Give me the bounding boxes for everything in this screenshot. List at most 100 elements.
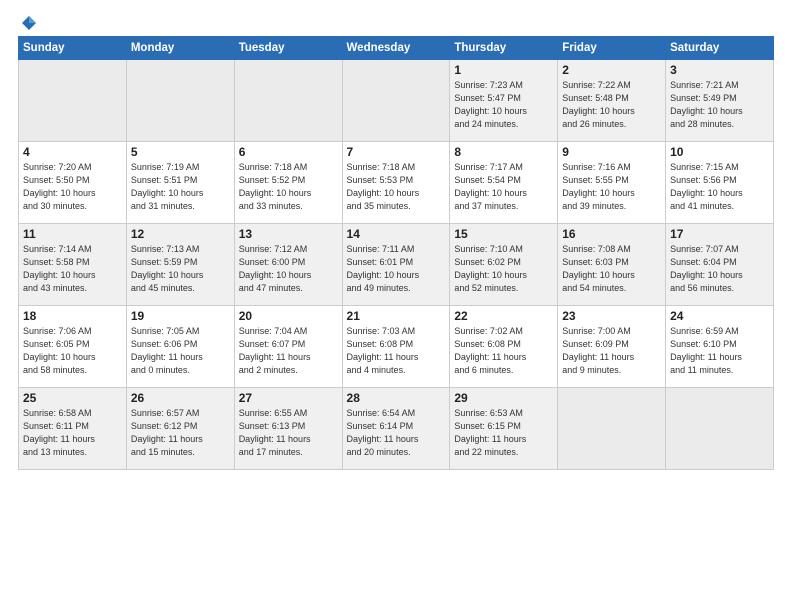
- day-number: 6: [239, 145, 338, 159]
- calendar-cell: 19 Sunrise: 7:05 AM Sunset: 6:06 PM Dayli…: [126, 306, 234, 388]
- day-detail: Sunrise: 6:58 AM Sunset: 6:11 PM Dayligh…: [23, 407, 122, 459]
- day-number: 26: [131, 391, 230, 405]
- calendar-cell: 27Sunrise: 6:55 AM Sunset: 6:13 PM Dayli…: [234, 388, 342, 470]
- day-number: 9: [562, 145, 661, 159]
- calendar-cell: [666, 388, 774, 470]
- calendar-cell: 17Sunrise: 7:07 AM Sunset: 6:04 PM Dayli…: [666, 224, 774, 306]
- calendar-cell: 2 Sunrise: 7:22 AM Sunset: 5:48 PM Daylig…: [558, 60, 666, 142]
- calendar-cell: 10 Sunrise: 7:15 AM Sunset: 5:56 PM Dayli…: [666, 142, 774, 224]
- day-detail: Sunrise: 7:15 AM Sunset: 5:56 PM Dayligh…: [670, 161, 769, 213]
- day-number: 7: [347, 145, 446, 159]
- day-number: 3: [670, 63, 769, 77]
- weekday-header-sunday: Sunday: [19, 37, 127, 60]
- calendar-cell: 18 Sunrise: 7:06 AM Sunset: 6:05 PM Dayli…: [19, 306, 127, 388]
- calendar-cell: 29 Sunrise: 6:53 AM Sunset: 6:15 PM Dayli…: [450, 388, 558, 470]
- calendar-cell: 20Sunrise: 7:04 AM Sunset: 6:07 PM Dayli…: [234, 306, 342, 388]
- day-number: 1: [454, 63, 553, 77]
- calendar-cell: 4 Sunrise: 7:20 AM Sunset: 5:50 PM Daylig…: [19, 142, 127, 224]
- day-detail: Sunrise: 6:54 AM Sunset: 6:14 PM Dayligh…: [347, 407, 446, 459]
- day-detail: Sunrise: 7:18 AM Sunset: 5:53 PM Dayligh…: [347, 161, 446, 213]
- calendar-cell: 16 Sunrise: 7:08 AM Sunset: 6:03 PM Dayli…: [558, 224, 666, 306]
- day-number: 13: [239, 227, 338, 241]
- calendar-cell: 22 Sunrise: 7:02 AM Sunset: 6:08 PM Dayli…: [450, 306, 558, 388]
- day-number: 11: [23, 227, 122, 241]
- week-row-1: 1 Sunrise: 7:23 AM Sunset: 5:47 PM Daylig…: [19, 60, 774, 142]
- day-detail: Sunrise: 7:12 AM Sunset: 6:00 PM Dayligh…: [239, 243, 338, 295]
- day-number: 16: [562, 227, 661, 241]
- day-detail: Sunrise: 7:13 AM Sunset: 5:59 PM Dayligh…: [131, 243, 230, 295]
- day-number: 4: [23, 145, 122, 159]
- day-detail: Sunrise: 7:17 AM Sunset: 5:54 PM Dayligh…: [454, 161, 553, 213]
- weekday-header-tuesday: Tuesday: [234, 37, 342, 60]
- day-detail: Sunrise: 7:20 AM Sunset: 5:50 PM Dayligh…: [23, 161, 122, 213]
- day-detail: Sunrise: 7:22 AM Sunset: 5:48 PM Dayligh…: [562, 79, 661, 131]
- calendar-cell: [234, 60, 342, 142]
- day-number: 20: [239, 309, 338, 323]
- calendar-cell: [558, 388, 666, 470]
- calendar-cell: 1 Sunrise: 7:23 AM Sunset: 5:47 PM Daylig…: [450, 60, 558, 142]
- day-detail: Sunrise: 6:57 AM Sunset: 6:12 PM Dayligh…: [131, 407, 230, 459]
- day-number: 28: [347, 391, 446, 405]
- day-detail: Sunrise: 7:23 AM Sunset: 5:47 PM Dayligh…: [454, 79, 553, 131]
- day-number: 12: [131, 227, 230, 241]
- day-number: 18: [23, 309, 122, 323]
- day-detail: Sunrise: 7:21 AM Sunset: 5:49 PM Dayligh…: [670, 79, 769, 131]
- day-detail: Sunrise: 7:18 AM Sunset: 5:52 PM Dayligh…: [239, 161, 338, 213]
- calendar-cell: 15 Sunrise: 7:10 AM Sunset: 6:02 PM Dayli…: [450, 224, 558, 306]
- header: [18, 16, 774, 28]
- logo-icon: [20, 14, 38, 32]
- calendar-cell: 28 Sunrise: 6:54 AM Sunset: 6:14 PM Dayli…: [342, 388, 450, 470]
- calendar-page: SundayMondayTuesdayWednesdayThursdayFrid…: [0, 0, 792, 612]
- weekday-header-saturday: Saturday: [666, 37, 774, 60]
- day-number: 14: [347, 227, 446, 241]
- day-detail: Sunrise: 7:05 AM Sunset: 6:06 PM Dayligh…: [131, 325, 230, 377]
- day-detail: Sunrise: 7:00 AM Sunset: 6:09 PM Dayligh…: [562, 325, 661, 377]
- day-number: 5: [131, 145, 230, 159]
- calendar-table: SundayMondayTuesdayWednesdayThursdayFrid…: [18, 36, 774, 470]
- day-number: 10: [670, 145, 769, 159]
- day-number: 2: [562, 63, 661, 77]
- calendar-cell: [342, 60, 450, 142]
- calendar-cell: 13 Sunrise: 7:12 AM Sunset: 6:00 PM Dayli…: [234, 224, 342, 306]
- logo: [18, 16, 38, 28]
- day-detail: Sunrise: 6:59 AM Sunset: 6:10 PM Dayligh…: [670, 325, 769, 377]
- day-number: 22: [454, 309, 553, 323]
- day-number: 23: [562, 309, 661, 323]
- day-detail: Sunrise: 7:06 AM Sunset: 6:05 PM Dayligh…: [23, 325, 122, 377]
- day-detail: Sunrise: 7:02 AM Sunset: 6:08 PM Dayligh…: [454, 325, 553, 377]
- calendar-cell: 26 Sunrise: 6:57 AM Sunset: 6:12 PM Dayli…: [126, 388, 234, 470]
- week-row-2: 4 Sunrise: 7:20 AM Sunset: 5:50 PM Daylig…: [19, 142, 774, 224]
- day-detail: Sunrise: 7:16 AM Sunset: 5:55 PM Dayligh…: [562, 161, 661, 213]
- day-number: 19: [131, 309, 230, 323]
- day-detail: Sunrise: 7:07 AM Sunset: 6:04 PM Dayligh…: [670, 243, 769, 295]
- calendar-cell: 7 Sunrise: 7:18 AM Sunset: 5:53 PM Daylig…: [342, 142, 450, 224]
- weekday-header-row: SundayMondayTuesdayWednesdayThursdayFrid…: [19, 37, 774, 60]
- day-detail: Sunrise: 7:08 AM Sunset: 6:03 PM Dayligh…: [562, 243, 661, 295]
- calendar-cell: 6 Sunrise: 7:18 AM Sunset: 5:52 PM Daylig…: [234, 142, 342, 224]
- weekday-header-thursday: Thursday: [450, 37, 558, 60]
- day-number: 15: [454, 227, 553, 241]
- calendar-cell: 23 Sunrise: 7:00 AM Sunset: 6:09 PM Dayli…: [558, 306, 666, 388]
- week-row-4: 18 Sunrise: 7:06 AM Sunset: 6:05 PM Dayli…: [19, 306, 774, 388]
- day-detail: Sunrise: 7:19 AM Sunset: 5:51 PM Dayligh…: [131, 161, 230, 213]
- day-number: 24: [670, 309, 769, 323]
- calendar-cell: 12 Sunrise: 7:13 AM Sunset: 5:59 PM Dayli…: [126, 224, 234, 306]
- calendar-cell: 11Sunrise: 7:14 AM Sunset: 5:58 PM Dayli…: [19, 224, 127, 306]
- day-detail: Sunrise: 6:55 AM Sunset: 6:13 PM Dayligh…: [239, 407, 338, 459]
- calendar-cell: 9 Sunrise: 7:16 AM Sunset: 5:55 PM Daylig…: [558, 142, 666, 224]
- calendar-cell: 14 Sunrise: 7:11 AM Sunset: 6:01 PM Dayli…: [342, 224, 450, 306]
- calendar-cell: 5 Sunrise: 7:19 AM Sunset: 5:51 PM Daylig…: [126, 142, 234, 224]
- day-number: 25: [23, 391, 122, 405]
- weekday-header-monday: Monday: [126, 37, 234, 60]
- calendar-cell: [126, 60, 234, 142]
- week-row-3: 11Sunrise: 7:14 AM Sunset: 5:58 PM Dayli…: [19, 224, 774, 306]
- day-detail: Sunrise: 7:10 AM Sunset: 6:02 PM Dayligh…: [454, 243, 553, 295]
- calendar-cell: [19, 60, 127, 142]
- day-number: 29: [454, 391, 553, 405]
- calendar-cell: 21Sunrise: 7:03 AM Sunset: 6:08 PM Dayli…: [342, 306, 450, 388]
- calendar-cell: 24 Sunrise: 6:59 AM Sunset: 6:10 PM Dayli…: [666, 306, 774, 388]
- day-number: 21: [347, 309, 446, 323]
- week-row-5: 25 Sunrise: 6:58 AM Sunset: 6:11 PM Dayli…: [19, 388, 774, 470]
- day-detail: Sunrise: 6:53 AM Sunset: 6:15 PM Dayligh…: [454, 407, 553, 459]
- day-detail: Sunrise: 7:11 AM Sunset: 6:01 PM Dayligh…: [347, 243, 446, 295]
